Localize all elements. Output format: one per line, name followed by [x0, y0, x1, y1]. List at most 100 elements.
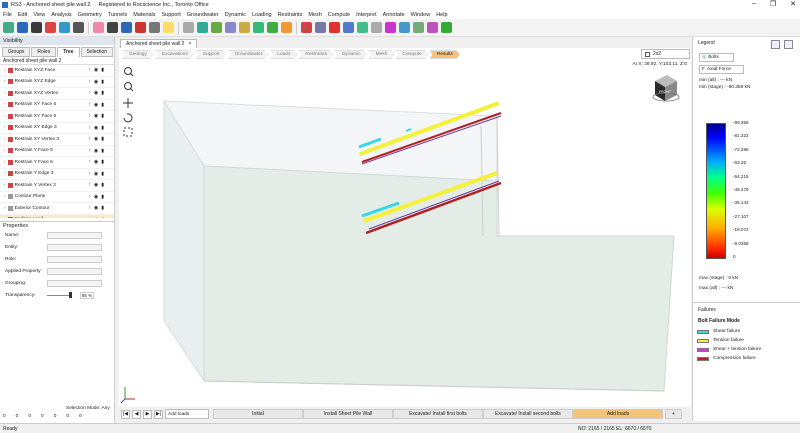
toolbar-tool-icon[interactable] — [371, 22, 382, 33]
toolbar-tool-icon[interactable] — [329, 22, 340, 33]
tab-roles[interactable]: Roles — [31, 47, 57, 57]
delete-icon[interactable]: ▮ — [101, 136, 104, 142]
pin-icon[interactable]: ↑ — [88, 136, 91, 142]
expand-chevron-icon[interactable]: › — [4, 206, 6, 211]
property-field[interactable] — [47, 231, 102, 239]
visibility-eye-icon[interactable]: ◉ — [94, 136, 98, 142]
stage-mesh[interactable]: Mesh — [368, 50, 395, 59]
tree-item[interactable]: › Contour Plane ↑ ◉ ▮ — [0, 192, 114, 203]
zoom-extents-icon[interactable] — [123, 127, 133, 137]
toolbar-tool-icon[interactable] — [267, 22, 278, 33]
menu-loading[interactable]: Loading — [252, 12, 272, 18]
minimize-icon[interactable]: – — [752, 0, 756, 8]
prev-stage-icon[interactable]: ◀ — [132, 409, 141, 419]
menu-interpret[interactable]: Interpret — [356, 12, 376, 18]
pin-icon[interactable]: ↑ — [88, 125, 91, 131]
property-field[interactable] — [47, 267, 102, 275]
visibility-eye-icon[interactable]: ◉ — [94, 217, 98, 218]
expand-chevron-icon[interactable]: › — [4, 114, 6, 119]
expand-chevron-icon[interactable]: › — [4, 171, 6, 176]
transparency-slider[interactable] — [47, 295, 71, 296]
delete-icon[interactable]: ▮ — [101, 159, 104, 165]
tab-groups[interactable]: Groups — [2, 47, 31, 57]
stage-tab[interactable]: Add loads — [573, 409, 663, 419]
next-stage-icon[interactable]: ▶ — [143, 409, 152, 419]
toolbar-tool-icon[interactable] — [121, 22, 132, 33]
expand-chevron-icon[interactable]: › — [4, 137, 6, 142]
delete-icon[interactable]: ▮ — [101, 90, 104, 96]
toolbar-tool-icon[interactable] — [281, 22, 292, 33]
stage-tab[interactable]: Excavate/ Install second bolts — [483, 409, 573, 419]
first-stage-icon[interactable]: |◀ — [121, 409, 130, 419]
toolbar-tool-icon[interactable] — [399, 22, 410, 33]
toolbar-tool-icon[interactable] — [427, 22, 438, 33]
menu-mesh[interactable]: Mesh — [308, 12, 321, 18]
property-field[interactable] — [47, 243, 102, 251]
stage-geology[interactable]: Geology — [122, 50, 154, 59]
stage-groundwater[interactable]: Groundwater — [227, 50, 270, 59]
visibility-eye-icon[interactable]: ◉ — [94, 90, 98, 96]
result-dropdown[interactable]: F Axial Force — [699, 65, 744, 74]
delete-icon[interactable]: ▮ — [101, 205, 104, 211]
stage-support[interactable]: Support — [195, 50, 227, 59]
expand-chevron-icon[interactable]: › — [4, 148, 6, 153]
toolbar-tool-icon[interactable] — [59, 22, 70, 33]
toolbar-tool-icon[interactable] — [135, 22, 146, 33]
delete-icon[interactable]: ▮ — [101, 125, 104, 131]
toolbar-tool-icon[interactable] — [163, 22, 174, 33]
pin-icon[interactable]: ↑ — [88, 205, 91, 211]
pin-icon[interactable]: ↑ — [88, 67, 91, 73]
tab-tree[interactable]: Tree — [57, 47, 80, 57]
toolbar-tool-icon[interactable] — [301, 22, 312, 33]
menu-dynamic[interactable]: Dynamic — [225, 12, 246, 18]
pin-icon[interactable]: ↑ — [88, 90, 91, 96]
menu-restraints[interactable]: Restraints — [278, 12, 303, 18]
toolbar-tool-icon[interactable] — [107, 22, 118, 33]
legend-settings-icon[interactable] — [771, 40, 780, 49]
tree-item[interactable]: › Restrain XY Face 5 ↑ ◉ ▮ — [0, 100, 114, 111]
delete-icon[interactable]: ▮ — [101, 79, 104, 85]
toolbar-tool-icon[interactable] — [3, 22, 14, 33]
view-tab[interactable]: Anchored sheet pile wall 2 × — [120, 39, 198, 48]
expand-chevron-icon[interactable]: › — [4, 160, 6, 165]
pin-icon[interactable]: ↑ — [88, 217, 91, 218]
tree-root[interactable]: Anchored sheet pile wall 2 — [0, 57, 114, 65]
close-icon[interactable]: ✕ — [790, 0, 796, 8]
menu-compute[interactable]: Compute — [328, 12, 350, 18]
property-field[interactable] — [47, 279, 102, 287]
pan-icon[interactable] — [123, 98, 133, 108]
delete-icon[interactable]: ▮ — [101, 67, 104, 73]
stage-selector[interactable]: Add loads — [165, 409, 209, 419]
stage-restraints[interactable]: Restraints — [298, 50, 334, 59]
pin-icon[interactable]: ↑ — [88, 79, 91, 85]
toolbar-tool-icon[interactable] — [385, 22, 396, 33]
tree-item[interactable]: › Exterior Contour ↑ ◉ ▮ — [0, 203, 114, 215]
visibility-eye-icon[interactable]: ◉ — [94, 159, 98, 165]
toolbar-tool-icon[interactable] — [73, 22, 84, 33]
menu-edit[interactable]: Edit — [18, 12, 27, 18]
expand-chevron-icon[interactable]: › — [4, 217, 6, 218]
pin-icon[interactable]: ↑ — [88, 113, 91, 119]
pin-icon[interactable]: ↑ — [88, 102, 91, 108]
pin-icon[interactable]: ↑ — [88, 194, 91, 200]
stage-tab[interactable]: Install Sheet Pile Wall — [303, 409, 393, 419]
visibility-eye-icon[interactable]: ◉ — [94, 148, 98, 154]
visibility-eye-icon[interactable]: ◉ — [94, 79, 98, 85]
toolbar-tool-icon[interactable] — [183, 22, 194, 33]
stage-excavations[interactable]: Excavations — [154, 50, 195, 59]
stage-tab[interactable]: Excavate/ Install first bolts — [393, 409, 483, 419]
toolbar-tool-icon[interactable] — [45, 22, 56, 33]
stage-compute[interactable]: Compute — [395, 50, 429, 59]
tree-item[interactable]: › Restrain Y Edge 3 ↑ ◉ ▮ — [0, 169, 114, 180]
close-icon[interactable]: × — [188, 41, 191, 47]
toolbar-tool-icon[interactable] — [197, 22, 208, 33]
tab-selection[interactable]: Selection — [80, 47, 114, 57]
tree-item[interactable]: › Surface Load ↑◉▮ — [0, 214, 114, 218]
expand-chevron-icon[interactable]: › — [4, 183, 6, 188]
expand-chevron-icon[interactable]: › — [4, 102, 6, 107]
pin-icon[interactable]: ↑ — [88, 148, 91, 154]
menu-analysis[interactable]: Analysis — [51, 12, 71, 18]
tree-item[interactable]: › Restrain Y Face 6 ↑ ◉ ▮ — [0, 157, 114, 169]
menu-tunnels[interactable]: Tunnels — [108, 12, 127, 18]
legend-options-icon[interactable] — [784, 40, 793, 49]
